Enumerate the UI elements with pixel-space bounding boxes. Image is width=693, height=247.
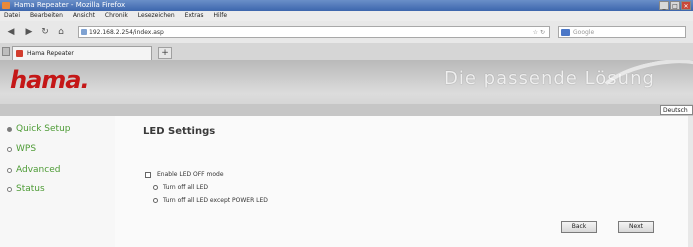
sidebar: Quick Setup WPS Advanced Status bbox=[0, 116, 115, 247]
sidebar-item-advanced[interactable]: Advanced bbox=[7, 165, 60, 175]
back-arrow-icon[interactable]: ◀ bbox=[6, 27, 16, 37]
next-button[interactable]: Next bbox=[618, 221, 654, 233]
radio-icon bbox=[7, 186, 12, 192]
page-title: LED Settings bbox=[143, 126, 216, 137]
language-select[interactable]: Deutsch bbox=[660, 105, 693, 115]
radio-icon bbox=[7, 167, 12, 173]
sidebar-item-label: WPS bbox=[16, 144, 37, 154]
radio-selected-icon bbox=[7, 126, 12, 132]
hama-logo: hama. bbox=[10, 66, 90, 94]
firefox-icon bbox=[2, 2, 10, 9]
scrollbar[interactable] bbox=[688, 116, 693, 247]
hama-favicon-icon bbox=[16, 50, 23, 57]
option-except-power-label: Turn off all LED except POWER LED bbox=[163, 197, 268, 204]
tab-hama-repeater[interactable]: Hama Repeater bbox=[12, 46, 152, 60]
option-all-led-row: Turn off all LED bbox=[153, 184, 208, 191]
option-all-led-radio[interactable] bbox=[153, 185, 158, 190]
menu-item-lesezeichen[interactable]: Lesezeichen bbox=[138, 12, 175, 19]
menu-item-ansicht[interactable]: Ansicht bbox=[73, 12, 95, 19]
menu-item-extras[interactable]: Extras bbox=[185, 12, 204, 19]
sidebar-item-label: Status bbox=[16, 184, 45, 194]
tab-list-icon[interactable] bbox=[2, 47, 10, 56]
sidebar-item-wps[interactable]: WPS bbox=[7, 144, 36, 154]
url-text: 192.168.2.254/index.asp bbox=[89, 29, 164, 36]
enable-led-off-label: Enable LED OFF mode bbox=[157, 171, 224, 178]
radio-icon bbox=[7, 146, 12, 152]
option-except-power-row: Turn off all LED except POWER LED bbox=[153, 197, 268, 204]
main-content: LED Settings Enable LED OFF mode Turn of… bbox=[115, 116, 693, 247]
tab-title: Hama Repeater bbox=[27, 50, 74, 57]
tab-bar: Hama Repeater + bbox=[0, 43, 693, 61]
site-icon bbox=[81, 29, 87, 35]
search-engine-icon[interactable] bbox=[561, 29, 570, 36]
home-icon[interactable]: ⌂ bbox=[56, 27, 66, 37]
enable-led-off-row: Enable LED OFF mode bbox=[145, 171, 224, 178]
new-tab-button[interactable]: + bbox=[158, 47, 172, 59]
sidebar-item-status[interactable]: Status bbox=[7, 184, 45, 194]
reload-icon[interactable]: ↻ bbox=[40, 27, 50, 37]
window-title-bar: Hama Repeater - Mozilla Firefox _ □ ✕ bbox=[0, 0, 693, 11]
option-all-led-label: Turn off all LED bbox=[163, 184, 209, 191]
back-button[interactable]: Back bbox=[561, 221, 597, 233]
maximize-button[interactable]: □ bbox=[670, 1, 680, 10]
forward-arrow-icon[interactable]: ▶ bbox=[24, 27, 34, 37]
sidebar-item-label: Advanced bbox=[16, 165, 61, 175]
search-box[interactable]: Google bbox=[558, 26, 686, 38]
close-button[interactable]: ✕ bbox=[681, 1, 691, 10]
menu-bar: Datei Bearbeiten Ansicht Chronik Lesezei… bbox=[0, 11, 693, 21]
option-except-power-radio[interactable] bbox=[153, 198, 158, 203]
bookmark-star-icon[interactable]: ☆ ↻ bbox=[533, 27, 545, 39]
enable-led-off-checkbox[interactable] bbox=[145, 171, 151, 178]
search-placeholder: Google bbox=[573, 29, 595, 36]
menu-item-hilfe[interactable]: Hilfe bbox=[213, 12, 227, 19]
sidebar-item-label: Quick Setup bbox=[16, 124, 71, 134]
minimize-button[interactable]: _ bbox=[659, 1, 669, 10]
url-bar[interactable]: 192.168.2.254/index.asp ☆ ↻ bbox=[78, 26, 550, 38]
header-stripe bbox=[0, 104, 693, 116]
sidebar-item-quick-setup[interactable]: Quick Setup bbox=[7, 124, 71, 134]
menu-item-chronik[interactable]: Chronik bbox=[105, 12, 128, 19]
navigation-toolbar: ◀ ▶ ↻ ⌂ 192.168.2.254/index.asp ☆ ↻ Goog… bbox=[0, 21, 693, 44]
menu-item-bearbeiten[interactable]: Bearbeiten bbox=[30, 12, 63, 19]
page-header: hama. Die passende Lösung Deutsch bbox=[0, 60, 693, 116]
menu-item-datei[interactable]: Datei bbox=[4, 12, 20, 19]
window-title: Hama Repeater - Mozilla Firefox bbox=[14, 1, 126, 9]
